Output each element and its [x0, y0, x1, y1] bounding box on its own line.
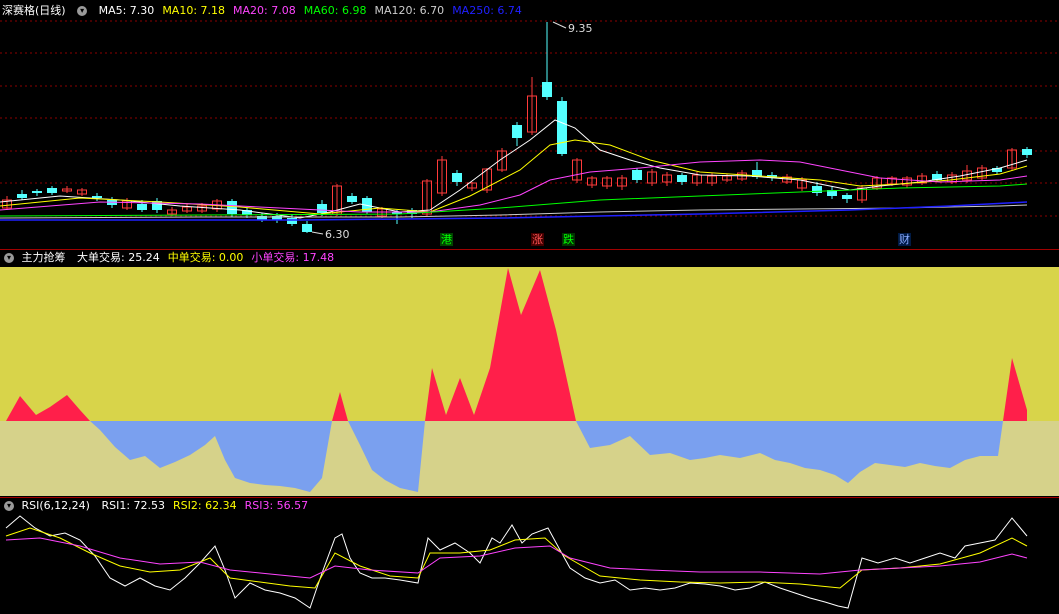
ma-legend-item-4: MA120: 6.70	[374, 4, 445, 17]
event-tag-2[interactable]: 跌	[562, 233, 575, 246]
event-tag-3[interactable]: 财	[898, 233, 911, 246]
candle-body	[347, 196, 357, 202]
candle-body	[842, 195, 852, 199]
low-price-label: 6.30	[325, 228, 350, 241]
low-pointer	[311, 231, 324, 235]
high-pointer	[552, 21, 567, 29]
chevron-down-icon[interactable]: ▾	[77, 6, 88, 16]
candle-body	[632, 170, 642, 180]
rsi2-line	[5, 527, 1028, 589]
flow-chart[interactable]	[0, 250, 1059, 498]
event-tag-0[interactable]: 港	[440, 233, 453, 246]
rsi3-line	[5, 537, 1028, 579]
ma-legend-item-3: MA60: 6.98	[303, 4, 367, 17]
candle-body	[47, 188, 57, 193]
rsi-panel[interactable]: ▾ RSI(6,12,24) RSI1: 72.53 RSI2: 62.34 RSI…	[0, 498, 1059, 614]
ma-legend: MA5: 7.30 MA10: 7.18 MA20: 7.08 MA60: 6.98 M…	[95, 4, 526, 17]
ma60-line	[0, 183, 1028, 217]
candle-body	[287, 218, 297, 224]
kline-header: 深赛格(日线) ▾ MA5: 7.30 MA10: 7.18 MA20: 7.08 M…	[0, 3, 1059, 19]
candle-body	[227, 201, 237, 214]
candle-body	[32, 191, 42, 193]
candle-body	[452, 173, 462, 182]
candle-body	[92, 196, 102, 198]
kline-panel[interactable]: 深赛格(日线) ▾ MA5: 7.30 MA10: 7.18 MA20: 7.08 M…	[0, 0, 1059, 250]
ma-legend-item-0: MA5: 7.30	[98, 4, 155, 17]
candle-body	[1022, 149, 1032, 155]
ma-legend-item-2: MA20: 7.08	[233, 4, 296, 17]
candle-body	[17, 194, 27, 198]
flow-panel[interactable]: ▾ 主力抢筹 大单交易: 25.24 中单交易: 0.00 小单交易: 17.48	[0, 250, 1059, 498]
candle-body	[542, 82, 552, 97]
ma-legend-item-1: MA10: 7.18	[162, 4, 226, 17]
candle-body	[302, 224, 312, 232]
rsi1-line	[5, 515, 1028, 609]
candle-body	[557, 101, 567, 154]
candle-body	[677, 175, 687, 182]
high-price-label: 9.35	[568, 22, 593, 35]
stock-title: 深赛格(日线)	[2, 4, 66, 17]
event-tag-1[interactable]: 涨	[531, 233, 544, 246]
candle-body	[317, 204, 327, 213]
ma-legend-item-5: MA250: 6.74	[452, 4, 522, 17]
rsi-chart[interactable]	[0, 498, 1059, 614]
kline-chart[interactable]	[0, 0, 1059, 250]
candle-body	[137, 204, 147, 210]
candle-body	[512, 125, 522, 138]
